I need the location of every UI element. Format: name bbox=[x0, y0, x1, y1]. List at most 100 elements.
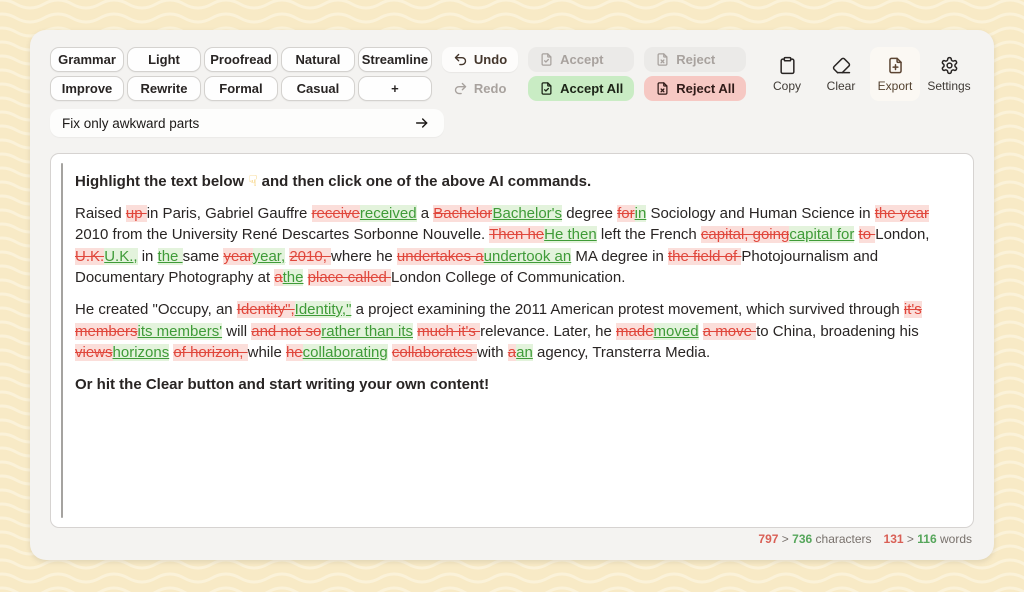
plain-text: He created "Occupy, an bbox=[75, 301, 237, 318]
accept-label: Accept bbox=[560, 52, 603, 67]
inserted-text[interactable]: an bbox=[516, 344, 533, 361]
plain-text: Highlight the text below bbox=[75, 173, 248, 190]
inserted-text[interactable]: Identity," bbox=[295, 301, 352, 318]
inserted-text[interactable]: year, bbox=[253, 248, 286, 265]
command-button-natural[interactable]: Natural bbox=[281, 47, 355, 72]
export-label: Export bbox=[878, 79, 913, 93]
clear-label: Clear bbox=[827, 79, 856, 93]
command-button-light[interactable]: Light bbox=[127, 47, 201, 72]
words-separator: > bbox=[907, 532, 914, 546]
editor-left-rule bbox=[61, 163, 63, 518]
undo-button[interactable]: Undo bbox=[442, 47, 518, 72]
inserted-text[interactable]: collaborating bbox=[303, 344, 388, 361]
inserted-text[interactable]: undertook an bbox=[484, 248, 572, 265]
deleted-text[interactable]: and not so bbox=[251, 323, 321, 340]
plain-text: in bbox=[138, 248, 158, 265]
plain-text: and then click one of the above AI comma… bbox=[257, 173, 591, 190]
plain-text: relevance. Later, he bbox=[480, 323, 616, 340]
deleted-text[interactable]: undertakes a bbox=[397, 248, 484, 265]
status-bar: 797 > 736 characters 131 > 116 words bbox=[50, 528, 974, 550]
deleted-text[interactable]: of horizon, bbox=[173, 344, 247, 361]
command-button-grammar[interactable]: Grammar bbox=[50, 47, 124, 72]
deleted-text[interactable]: views bbox=[75, 344, 113, 361]
inserted-text[interactable]: Bachelor's bbox=[492, 205, 562, 222]
redo-button[interactable]: Redo bbox=[442, 76, 518, 101]
deleted-text[interactable]: the year bbox=[875, 205, 929, 222]
command-button-rewrite[interactable]: Rewrite bbox=[127, 76, 201, 101]
inserted-text[interactable]: the bbox=[158, 248, 183, 265]
deleted-text[interactable]: capital, going bbox=[701, 226, 789, 243]
plain-text: a project examining the 2011 American pr… bbox=[351, 301, 904, 318]
plain-text: London College of Communication. bbox=[391, 269, 625, 286]
copy-label: Copy bbox=[773, 79, 801, 93]
settings-button[interactable]: Settings bbox=[924, 47, 974, 101]
plain-text: where he bbox=[331, 248, 397, 265]
redo-label: Redo bbox=[474, 81, 507, 96]
command-button-improve[interactable]: Improve bbox=[50, 76, 124, 101]
inserted-text[interactable]: U.K., bbox=[104, 248, 137, 265]
deleted-text[interactable]: a bbox=[508, 344, 516, 361]
export-button[interactable]: Export bbox=[870, 47, 920, 101]
deleted-text[interactable]: 2010, bbox=[289, 248, 331, 265]
plain-text: Raised bbox=[75, 205, 126, 222]
reject-label: Reject bbox=[676, 52, 715, 67]
deleted-text[interactable]: the field of bbox=[668, 248, 741, 265]
deleted-text[interactable]: receive bbox=[312, 205, 360, 222]
copy-button[interactable]: Copy bbox=[762, 47, 812, 101]
deleted-text[interactable]: he bbox=[286, 344, 303, 361]
deleted-text[interactable]: up bbox=[126, 205, 147, 222]
deleted-text[interactable]: much it's bbox=[417, 323, 480, 340]
app-card: GrammarLightProofreadNaturalStreamline I… bbox=[30, 30, 994, 560]
inserted-text[interactable]: moved bbox=[654, 323, 699, 340]
reject-button[interactable]: Reject bbox=[644, 47, 746, 72]
inserted-text[interactable]: He then bbox=[544, 226, 597, 243]
deleted-text[interactable]: U.K. bbox=[75, 248, 104, 265]
deleted-text[interactable]: year bbox=[223, 248, 252, 265]
plain-text: 2010 from the University René Descartes … bbox=[75, 226, 489, 243]
deleted-text[interactable]: for bbox=[617, 205, 635, 222]
editor-paragraph: Highlight the text below ☟ and then clic… bbox=[75, 171, 951, 193]
reject-all-label: Reject All bbox=[676, 81, 735, 96]
editor-paragraph: Or hit the Clear button and start writin… bbox=[75, 374, 951, 396]
command-button-proofread[interactable]: Proofread bbox=[204, 47, 278, 72]
file-x-icon bbox=[655, 81, 670, 96]
accept-button[interactable]: Accept bbox=[528, 47, 634, 72]
accept-all-button[interactable]: Accept All bbox=[528, 76, 634, 101]
inserted-text[interactable]: capital for bbox=[789, 226, 854, 243]
clipboard-icon bbox=[778, 56, 797, 75]
inserted-text[interactable]: in bbox=[635, 205, 647, 222]
clear-button[interactable]: Clear bbox=[816, 47, 866, 101]
deleted-text[interactable]: made bbox=[616, 323, 654, 340]
deleted-text[interactable]: to bbox=[859, 226, 876, 243]
command-button-[interactable]: + bbox=[358, 76, 432, 101]
deleted-text[interactable]: Identity", bbox=[237, 301, 295, 318]
deleted-text[interactable]: collaborates bbox=[392, 344, 477, 361]
deleted-text[interactable]: a bbox=[274, 269, 282, 286]
command-button-formal[interactable]: Formal bbox=[204, 76, 278, 101]
plain-text: will bbox=[222, 323, 251, 340]
inserted-text[interactable]: the bbox=[283, 269, 304, 286]
command-button-casual[interactable]: Casual bbox=[281, 76, 355, 101]
editor-paragraph: Raised up in Paris, Gabriel Gauffre rece… bbox=[75, 203, 951, 289]
editor-content: Highlight the text below ☟ and then clic… bbox=[75, 171, 951, 395]
reject-all-button[interactable]: Reject All bbox=[644, 76, 746, 101]
plain-text: left the French bbox=[597, 226, 701, 243]
deleted-text[interactable]: Bachelor bbox=[433, 205, 492, 222]
plain-text: to China, broadening his bbox=[756, 323, 919, 340]
deleted-text[interactable]: place called bbox=[308, 269, 391, 286]
inserted-text[interactable]: horizons bbox=[113, 344, 170, 361]
inserted-text[interactable]: rather than its bbox=[321, 323, 413, 340]
inserted-text[interactable]: received bbox=[360, 205, 417, 222]
file-check-icon bbox=[539, 81, 554, 96]
file-plus-icon bbox=[886, 56, 905, 75]
reject-controls: Reject Reject All bbox=[644, 47, 746, 101]
deleted-text[interactable]: Then he bbox=[489, 226, 544, 243]
prompt-submit-button[interactable] bbox=[412, 113, 432, 133]
prompt-input[interactable] bbox=[62, 116, 412, 131]
inserted-text[interactable]: its members' bbox=[138, 323, 223, 340]
characters-label: characters bbox=[816, 532, 872, 546]
deleted-text[interactable]: a move bbox=[703, 323, 756, 340]
redo-icon bbox=[453, 81, 468, 96]
editor[interactable]: Highlight the text below ☟ and then clic… bbox=[50, 153, 974, 528]
command-button-streamline[interactable]: Streamline bbox=[358, 47, 432, 72]
